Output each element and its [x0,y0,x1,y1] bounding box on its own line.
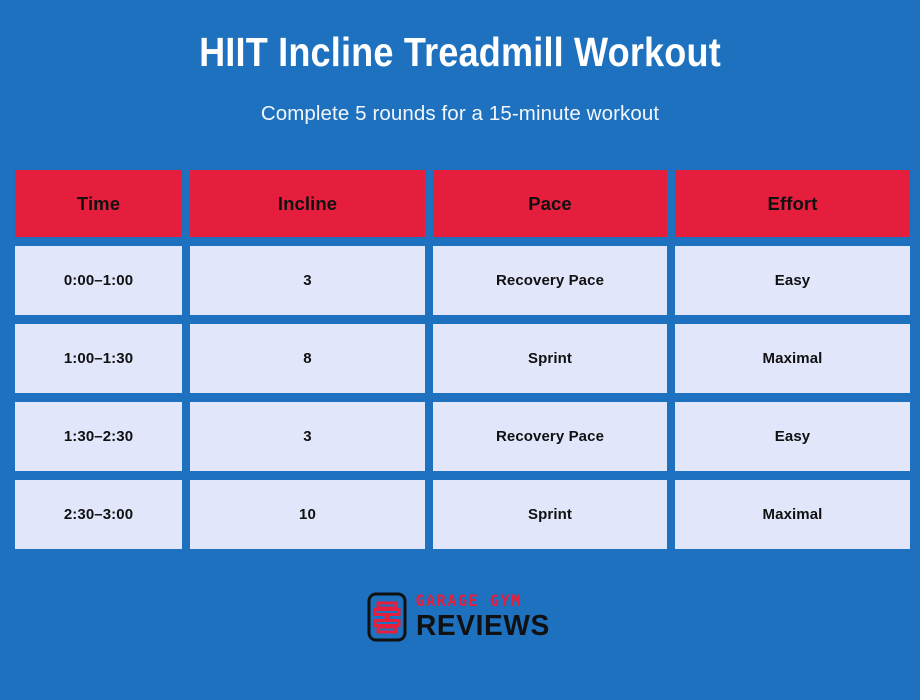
cell-pace: Sprint [433,480,667,549]
logo-line-garage-gym: GARAGE GYM [415,591,522,610]
table-row: 1:30–2:30 3 Recovery Pace Easy [15,402,910,471]
cell-time: 1:00–1:30 [15,324,182,393]
cell-incline: 3 [190,246,425,315]
cell-effort: Maximal [675,480,910,549]
logo-line-reviews: REVIEWS [415,609,550,642]
workout-table: Time Incline Pace Effort 0:00–1:00 3 Rec… [15,170,910,549]
cell-effort: Easy [675,246,910,315]
cell-effort: Easy [675,402,910,471]
page-subtitle: Complete 5 rounds for a 15-minute workou… [260,102,660,125]
column-header-incline: Incline [190,170,425,237]
cell-pace: Recovery Pace [433,402,667,471]
cell-incline: 3 [190,402,425,471]
column-header-effort: Effort [675,170,910,237]
table-row: 1:00–1:30 8 Sprint Maximal [15,324,910,393]
column-header-pace: Pace [433,170,667,237]
cell-pace: Recovery Pace [433,246,667,315]
cell-time: 1:30–2:30 [15,402,182,471]
cell-incline: 8 [190,324,425,393]
cell-time: 2:30–3:00 [15,480,182,549]
cell-incline: 10 [190,480,425,549]
table-header-row: Time Incline Pace Effort [15,170,910,237]
brand-logo: GARAGE GYM REVIEWS [0,592,920,642]
page-title: HIIT Incline Treadmill Workout [199,29,721,75]
logo-wordmark: GARAGE GYM REVIEWS [415,591,554,642]
cell-effort: Maximal [675,324,910,393]
poster-header: HIIT Incline Treadmill Workout Complete … [0,0,920,128]
cell-pace: Sprint [433,324,667,393]
table-row: 0:00–1:00 3 Recovery Pace Easy [15,246,910,315]
barbell-icon [367,592,407,642]
cell-time: 0:00–1:00 [15,246,182,315]
column-header-time: Time [15,170,182,237]
table-row: 2:30–3:00 10 Sprint Maximal [15,480,910,549]
workout-poster: HIIT Incline Treadmill Workout Complete … [0,0,920,700]
